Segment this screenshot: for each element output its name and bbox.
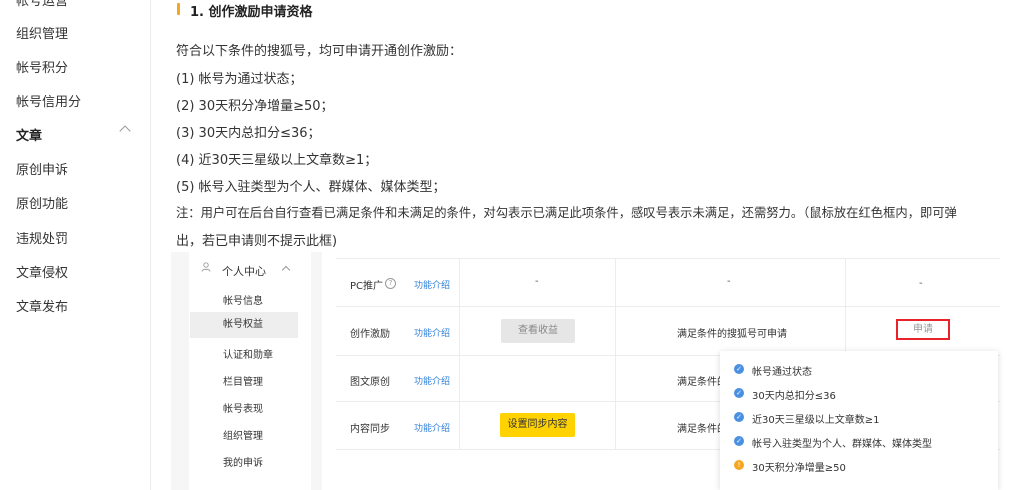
condition-5: (5) 帐号入驻类型为个人、群媒体、媒体类型；: [176, 180, 446, 195]
check-icon: ✓: [734, 388, 744, 398]
set-sync-content-button[interactable]: 设置同步内容: [500, 413, 575, 437]
sidebar-item-credit[interactable]: 帐号信用分: [16, 91, 81, 110]
menu-header[interactable]: 个人中心: [222, 263, 266, 279]
apply-button[interactable]: 申请: [896, 319, 950, 340]
table-divider: [336, 306, 1000, 307]
row-name: PC推广: [350, 281, 384, 292]
table-divider: [459, 258, 460, 449]
popup-item: 帐号通过状态: [752, 367, 812, 378]
condition-2: (2) 30天积分净增量≥50；: [176, 99, 334, 114]
intro-text: 符合以下条件的搜狐号，均可申请开通创作激励：: [176, 44, 463, 59]
popup-item: 30天积分净增量≥50: [752, 463, 846, 474]
sidebar-item-cut[interactable]: 帐号运营: [16, 0, 68, 9]
check-icon: ✓: [734, 436, 744, 446]
feature-intro-link[interactable]: 功能介绍: [414, 421, 450, 434]
row-name: 图文原创: [350, 377, 390, 388]
menu-item-org[interactable]: 组织管理: [223, 427, 263, 442]
row-value: -: [535, 276, 539, 287]
note-line-2: 出，若已申请则不提示此框): [176, 234, 338, 249]
sidebar-item-points[interactable]: 帐号积分: [16, 57, 68, 76]
sidebar-item-org[interactable]: 组织管理: [16, 23, 68, 42]
note-line-1: 注：用户可在后台自行查看已满足条件和未满足的条件，对勾表示已满足此项条件，感叹号…: [176, 206, 957, 220]
row-name: 内容同步: [350, 424, 390, 435]
popup-item: 近30天三星级以上文章数≥1: [752, 415, 880, 426]
view-earnings-button[interactable]: 查看收益: [501, 319, 575, 343]
eligibility-popup: ✓ 帐号通过状态 ✓ 30天内总扣分≤36 ✓ 近30天三星级以上文章数≥1 ✓…: [720, 351, 998, 490]
feature-intro-link[interactable]: 功能介绍: [414, 278, 450, 291]
menu-item-performance[interactable]: 帐号表现: [223, 400, 263, 415]
sidebar: 帐号运营 组织管理 帐号积分 帐号信用分 文章 原创申诉 原创功能 违规处罚 文…: [0, 0, 151, 490]
menu-item-cert[interactable]: 认证和勋章: [223, 346, 273, 361]
warning-icon: !: [734, 460, 744, 470]
sidebar-item-appeal[interactable]: 原创申诉: [16, 159, 68, 178]
popup-item: 帐号入驻类型为个人、群媒体、媒体类型: [752, 439, 932, 450]
condition-4: (4) 近30天三星级以上文章数≥1；: [176, 153, 378, 168]
row-name: 创作激励: [350, 329, 390, 340]
feature-intro-link[interactable]: 功能介绍: [414, 374, 450, 387]
sidebar-item-infringe[interactable]: 文章侵权: [16, 262, 68, 281]
menu-item-info[interactable]: 帐号信息: [223, 292, 263, 307]
sidebar-item-original[interactable]: 原创功能: [16, 193, 68, 212]
row-condition: 满足条件的搜狐号可申请: [677, 329, 787, 340]
check-icon: ✓: [734, 364, 744, 374]
sidebar-item-penalty[interactable]: 违规处罚: [16, 228, 68, 247]
check-icon: ✓: [734, 412, 744, 422]
popup-item: 30天内总扣分≤36: [752, 391, 836, 402]
menu-item-column[interactable]: 栏目管理: [223, 373, 263, 388]
menu-item-rights[interactable]: 帐号权益: [190, 312, 298, 338]
section-title: 1. 创作激励申请资格: [190, 5, 313, 20]
table-divider: [615, 258, 616, 449]
feature-intro-link[interactable]: 功能介绍: [414, 326, 450, 339]
menu-item-appeal[interactable]: 我的申诉: [223, 454, 263, 469]
condition-1: (1) 帐号为通过状态；: [176, 72, 303, 87]
row-value: -: [727, 276, 731, 287]
help-icon[interactable]: ?: [385, 278, 396, 289]
table-divider: [336, 258, 1000, 259]
user-icon: [201, 262, 211, 272]
sidebar-item-publish[interactable]: 文章发布: [16, 296, 68, 315]
row-value: -: [919, 278, 923, 289]
chevron-up-icon[interactable]: [119, 125, 131, 137]
condition-3: (3) 30天内总扣分≤36；: [176, 126, 321, 141]
section-accent-bar: [177, 3, 180, 15]
sidebar-group-article[interactable]: 文章: [16, 125, 42, 144]
